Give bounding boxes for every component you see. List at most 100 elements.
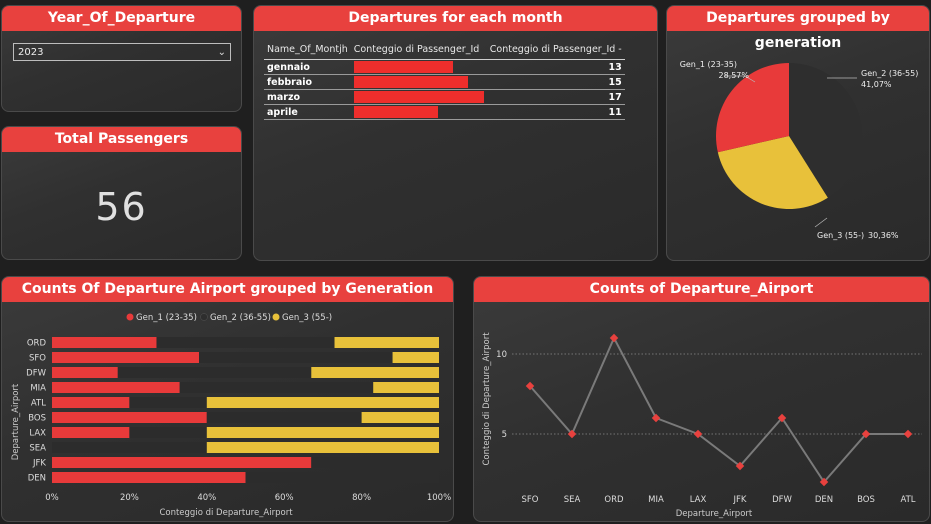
line-data-point[interactable] [651,413,661,423]
line-x-tick: SFO [522,495,539,505]
airport-counts-chart: 5 10 SFO SEA ORD MIA LAX JFK DFW DEN BOS ATL Depar… [482,332,922,519]
stacked-bar-segment[interactable] [52,412,207,423]
pie-label-gen1: Gen_1 (23-35) [680,60,737,69]
stacked-bar-segment[interactable] [311,457,439,468]
generation-pie-chart: Gen_1 (23-35) 28,57% Gen_2 (36-55) 41,07… [680,60,919,240]
stacked-bar-segment[interactable] [52,382,180,393]
legend-gen2-label[interactable]: Gen_2 (36-55) [210,313,271,323]
column-header-count-bar[interactable]: Conteggio di Passenger_Id [350,40,487,60]
stacked-y-tick: ATL [31,399,46,409]
stacked-y-tick: MIA [30,384,46,394]
stacked-bar-segment[interactable] [206,397,439,408]
stacked-x-tick: 20% [120,493,139,503]
table-header-row: Name_Of_Montjh Conteggio di Passenger_Id… [264,40,625,60]
stacked-bar-segment[interactable] [52,457,312,468]
month-count: 15 [486,74,625,90]
stacked-bar-segment[interactable] [392,352,439,363]
stacked-x-tick: 0% [45,493,59,503]
pie-label-gen1-pct: 28,57% [718,71,749,80]
table-row[interactable]: marzo 17 [264,89,625,105]
total-passengers-title: Total Passengers [2,127,241,152]
month-data-bar [353,61,454,73]
month-bar-cell [350,59,487,75]
stacked-bar-segment[interactable] [129,397,207,408]
stacked-y-tick: LAX [29,429,46,439]
line-x-tick: BOS [857,495,875,505]
stacked-bar-segment[interactable] [179,382,374,393]
generation-pie-title: Departures grouped by generation [667,6,929,51]
legend-gen1-label[interactable]: Gen_1 (23-35) [136,313,197,323]
legend-gen3-marker [272,313,280,321]
stacked-bar-segment[interactable] [361,412,439,423]
line-y-tick: 10 [496,350,507,360]
month-data-bar [353,91,484,103]
stacked-x-tick: 100% [427,493,451,503]
pie-label-gen2: Gen_2 (36-55) [861,69,918,78]
legend-gen1-marker [126,313,134,321]
stacked-bar-segment[interactable] [52,442,207,453]
stacked-bar-segment[interactable] [52,427,130,438]
line-x-tick: JFK [733,495,747,505]
airport-counts-title: Counts of Departure_Airport [474,277,929,302]
table-row[interactable]: gennaio 13 [264,59,625,75]
total-passengers-value: 56 [95,185,148,229]
line-x-tick: DEN [815,495,833,505]
stacked-bar-segment[interactable] [206,412,362,423]
stacked-bar-segment[interactable] [52,367,118,378]
total-passengers-card: Total Passengers 56 [1,126,242,260]
chevron-down-icon[interactable]: ⌄ [218,44,226,62]
airport-counts-card: Counts of Departure_Airport 5 10 SFO SEA OR… [473,276,930,522]
stacked-y-tick: BOS [28,414,46,424]
month-name: febbraio [264,74,351,90]
stacked-bar-segment[interactable] [245,472,440,483]
stacked-bar-segment[interactable] [117,367,312,378]
airport-generation-card: Counts Of Departure Airport grouped by G… [1,276,454,522]
month-count: 17 [486,89,625,105]
stacked-y-tick: SEA [29,444,46,454]
month-name: aprile [264,104,351,120]
pie-label-gen3: Gen_3 (55-) [817,231,864,240]
month-bar-cell [350,74,487,90]
stacked-bar-segment[interactable] [206,427,439,438]
stacked-x-axis-title: Conteggio di Departure_Airport [159,508,293,518]
stacked-bar-segment[interactable] [334,337,439,348]
column-header-month[interactable]: Name_Of_Montjh [264,40,351,60]
year-dropdown-value: 2023 [18,47,44,58]
table-row[interactable]: aprile 11 [264,104,625,120]
stacked-bar-segment[interactable] [311,367,439,378]
stacked-bar-segment[interactable] [373,382,439,393]
line-x-tick: LAX [690,495,707,505]
month-data-bar [353,106,438,118]
pie-label-gen2-pct: 41,07% [861,80,892,89]
stacked-bar-segment[interactable] [52,337,157,348]
line-x-tick: SEA [564,495,581,505]
stacked-x-tick: 40% [197,493,216,503]
stacked-bar-segment[interactable] [52,472,246,483]
generation-pie-card: Departures grouped by generation Gen_1 (… [666,5,930,261]
month-count: 13 [486,59,625,75]
line-x-tick: ATL [900,495,915,505]
stacked-y-tick: DFW [26,369,46,379]
month-data-bar [353,76,469,88]
stacked-y-tick: ORD [27,339,47,349]
stacked-bar-segment[interactable] [156,337,335,348]
line-data-point[interactable] [903,429,913,439]
stacked-bar-segment[interactable] [206,442,439,453]
line-data-point[interactable] [609,333,619,343]
legend-gen3-label[interactable]: Gen_3 (55-) [282,313,332,323]
table-row[interactable]: febbraio 15 [264,74,625,90]
month-name: marzo [264,89,351,105]
stacked-bar-segment[interactable] [52,397,130,408]
stacked-y-tick: JFK [32,459,46,469]
month-table: Name_Of_Montjh Conteggio di Passenger_Id… [264,40,625,120]
column-header-count[interactable]: Conteggio di Passenger_Id - [486,40,625,60]
pie-label-gen3-pct: 30,36% [868,231,899,240]
stacked-bar-segment[interactable] [199,352,393,363]
stacked-y-axis-title: Departure_Airport [11,383,21,460]
stacked-bar-segment[interactable] [129,427,207,438]
stacked-bar-segment[interactable] [52,352,200,363]
year-slicer-card: Year_Of_Departure 2023 ⌄ [1,5,242,112]
stacked-x-tick: 80% [352,493,371,503]
year-dropdown[interactable]: 2023 ⌄ [13,43,231,61]
month-bar-cell [350,89,487,105]
